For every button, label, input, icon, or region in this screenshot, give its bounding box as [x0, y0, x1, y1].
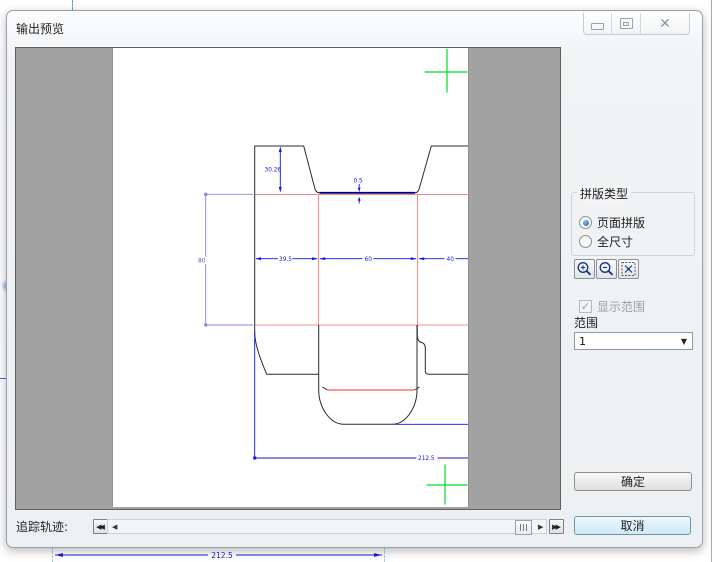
minimize-button[interactable] — [584, 13, 612, 34]
close-button[interactable]: ✕ — [641, 13, 689, 34]
background-dimension-212: 212.5 — [40, 547, 440, 562]
scrollbar-track[interactable]: ◀ ▶ — [107, 519, 547, 534]
zoom-in-icon — [575, 260, 594, 278]
dim-panel3: 40 — [447, 257, 455, 263]
chevron-down-icon: ▼ — [681, 337, 692, 346]
dimension-labels: 30.26 0.5 39.5 60 40 212.5 — [265, 168, 456, 462]
cancel-button[interactable]: 取消 — [574, 516, 691, 535]
cancel-button-label: 取消 — [620, 517, 644, 534]
output-preview-dialog: 输出预览 ✕ — [6, 10, 703, 548]
range-select[interactable]: 1 ▼ — [574, 332, 693, 350]
close-icon: ✕ — [659, 17, 671, 31]
maximize-icon — [620, 18, 633, 29]
ok-button-label: 确定 — [621, 473, 645, 490]
radio-page-imposition[interactable]: 页面拼版 — [579, 214, 645, 231]
preview-viewport[interactable]: 80 — [15, 47, 561, 510]
radio-full-size[interactable]: 全尺寸 — [579, 233, 633, 250]
radio-selected-icon — [579, 216, 592, 229]
radio-unselected-icon — [579, 235, 592, 248]
window-controls: ✕ — [583, 13, 690, 35]
zoom-fit-icon — [619, 260, 638, 278]
register-cross-icon — [425, 49, 468, 505]
preview-page: 80 — [112, 48, 469, 507]
dim-notch-gap: 0.5 — [354, 178, 364, 184]
zoom-out-icon — [597, 260, 616, 278]
cut-lines — [255, 146, 468, 424]
background-window-edge — [711, 0, 712, 562]
dim-box-height-label: 80 — [198, 259, 206, 265]
double-left-arrow-icon: ◀◀ — [96, 523, 103, 531]
double-right-arrow-icon: ▶▶ — [552, 523, 559, 531]
scroll-first-button[interactable]: ◀◀ — [93, 519, 108, 534]
ok-button[interactable]: 确定 — [574, 472, 692, 491]
radio-page-imposition-label: 页面拼版 — [597, 214, 645, 231]
maximize-button[interactable] — [612, 13, 641, 34]
dieline-drawing: 80 — [113, 48, 468, 507]
radio-full-size-label: 全尺寸 — [597, 233, 633, 250]
right-arrow-icon[interactable]: ▶ — [538, 523, 543, 531]
background-extension-line-top — [72, 0, 73, 10]
zoom-fit-button[interactable] — [618, 259, 639, 279]
trace-track-label: 追踪轨迹: — [16, 518, 68, 535]
show-range-checkbox: ✓ 显示范围 — [579, 298, 645, 315]
dim-total-width: 212.5 — [418, 456, 435, 462]
minimize-icon — [591, 23, 604, 30]
range-value: 1 — [575, 335, 681, 348]
zoom-in-button[interactable] — [574, 259, 595, 279]
show-range-label: 显示范围 — [597, 298, 645, 315]
scroll-last-button[interactable]: ▶▶ — [549, 519, 564, 534]
left-arrow-icon[interactable]: ◀ — [112, 523, 117, 531]
range-label: 范围 — [574, 314, 598, 331]
imposition-type-label: 拼版类型 — [577, 185, 631, 202]
dim-panel2: 60 — [365, 257, 373, 263]
scrollbar-thumb[interactable] — [515, 520, 532, 535]
dialog-title: 输出预览 — [16, 20, 64, 37]
dim-panel1: 39.5 — [279, 257, 292, 263]
checkbox-checked-icon: ✓ — [579, 300, 592, 313]
zoom-out-button[interactable] — [596, 259, 617, 279]
background-dimension-label: 212.5 — [211, 551, 233, 560]
dimension-box-height — [204, 193, 253, 327]
dim-flap-height: 30.26 — [265, 168, 282, 174]
